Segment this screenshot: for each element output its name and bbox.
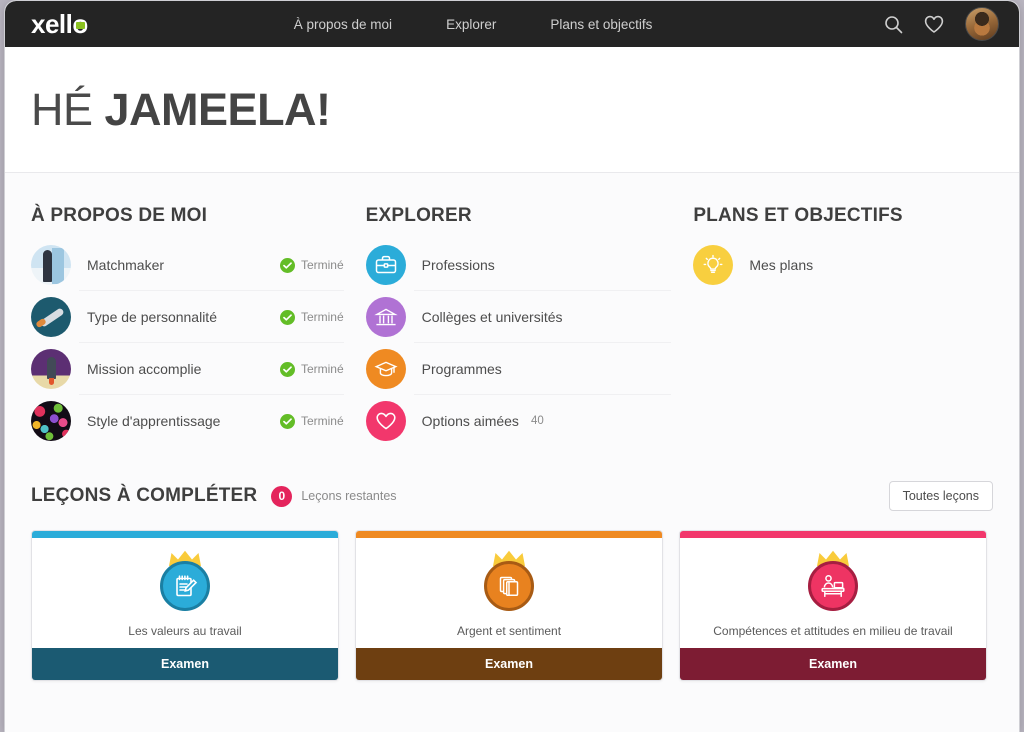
section-explore: EXPLORER Professions Collèges et univers… [365, 205, 694, 447]
card-accent-bar [32, 531, 338, 538]
main-content: À PROPOS DE MOI Matchmaker Terminé Type … [5, 173, 1019, 732]
notepad-pencil-icon [160, 561, 210, 611]
list-item-label: Mes plans [749, 257, 814, 273]
lesson-cards: Les valeurs au travail Examen Argent et … [31, 530, 993, 681]
list-item-label: Style d'apprentissage [87, 413, 221, 429]
list-item-learning-style[interactable]: Style d'apprentissage Terminé [31, 395, 366, 447]
heart-icon[interactable] [924, 15, 944, 34]
check-icon [279, 257, 295, 273]
books-icon [484, 561, 534, 611]
all-lessons-button[interactable]: Toutes leçons [888, 481, 993, 511]
list-item-label: Type de personnalité [87, 309, 217, 325]
lesson-card-workplace-skills[interactable]: Compétences et attitudes en milieu de tr… [679, 530, 987, 681]
nav-link-about-me[interactable]: À propos de moi [294, 17, 392, 32]
section-title-about-me: À PROPOS DE MOI [31, 205, 208, 226]
card-body: Argent et sentiment [356, 538, 662, 648]
graduation-cap-icon [365, 349, 406, 389]
briefcase-icon [365, 245, 406, 285]
card-body: Les valeurs au travail [32, 538, 338, 648]
status-label: Terminé [300, 414, 344, 428]
card-exam-button[interactable]: Examen [680, 648, 986, 680]
list-item-liked-options[interactable]: Options aimées 40 [365, 395, 694, 447]
list-item-programs[interactable]: Programmes [365, 343, 694, 395]
status-badge: Terminé [279, 361, 344, 377]
lessons-title: LEÇONS À COMPLÉTER [31, 485, 258, 506]
user-name: JAMEELA! [104, 83, 332, 135]
section-plans-goals: PLANS ET OBJECTIFS Mes plans [693, 205, 993, 447]
status-badge: Terminé [279, 309, 344, 325]
list-item-matchmaker[interactable]: Matchmaker Terminé [31, 239, 366, 291]
list-item-personality-type[interactable]: Type de personnalité Terminé [31, 291, 366, 343]
lessons-remaining-label: Leçons restantes [301, 489, 397, 503]
card-accent-bar [356, 531, 662, 538]
card-title: Argent et sentiment [456, 624, 562, 638]
card-medal [154, 550, 216, 618]
card-exam-button[interactable]: Examen [32, 648, 338, 680]
nav-link-explore[interactable]: Explorer [446, 17, 496, 32]
hero-greeting: HÉ JAMEELA! [5, 47, 1019, 173]
status-badge: Terminé [279, 413, 344, 429]
list-item-careers[interactable]: Professions [365, 239, 694, 291]
rocket-landed-icon [31, 349, 71, 389]
status-label: Terminé [300, 310, 344, 324]
check-icon [279, 361, 295, 377]
card-exam-button[interactable]: Examen [356, 648, 662, 680]
top-navigation-bar: xello À propos de moi Explorer Plans et … [5, 1, 1019, 47]
lightbulb-icon [693, 245, 734, 285]
section-title-plans-goals: PLANS ET OBJECTIFS [693, 205, 903, 226]
check-icon [279, 413, 295, 429]
nav-actions [884, 7, 999, 41]
xello-logo[interactable]: xello [31, 9, 88, 40]
list-item-mission-accomplished[interactable]: Mission accomplie Terminé [31, 343, 366, 395]
greeting-text: HÉ [31, 83, 93, 135]
dashboard-columns: À PROPOS DE MOI Matchmaker Terminé Type … [5, 173, 1019, 447]
page-title: HÉ JAMEELA! [31, 84, 331, 136]
list-item-label: Mission accomplie [87, 361, 202, 377]
nav-links: À propos de moi Explorer Plans et object… [294, 17, 653, 32]
status-badge: Terminé [279, 257, 344, 273]
list-item-label: Programmes [421, 361, 502, 377]
lessons-header: LEÇONS À COMPLÉTER 0 Leçons restantes [31, 485, 993, 507]
check-icon [279, 309, 295, 325]
status-label: Terminé [300, 362, 344, 376]
nav-link-plans-goals[interactable]: Plans et objectifs [550, 17, 652, 32]
search-icon[interactable] [884, 15, 903, 34]
list-item-label: Professions [421, 257, 495, 273]
logo-accent-dot [75, 21, 85, 29]
lessons-section: LEÇONS À COMPLÉTER 0 Leçons restantes To… [5, 447, 1019, 681]
lesson-card-money-feelings[interactable]: Argent et sentiment Examen [355, 530, 663, 681]
card-medal [478, 550, 540, 618]
rocket-flying-icon [31, 297, 71, 337]
rocket-launch-tower-icon [31, 245, 71, 285]
card-title: Compétences et attitudes en milieu de tr… [713, 624, 953, 638]
list-item-label: Matchmaker [87, 257, 165, 273]
list-item-label: Options aimées [421, 413, 519, 429]
list-item-colleges-universities[interactable]: Collèges et universités [365, 291, 694, 343]
avatar[interactable] [965, 7, 999, 41]
card-accent-bar [680, 531, 986, 538]
lessons-remaining-badge: 0 [271, 485, 293, 507]
browser-frame: xello À propos de moi Explorer Plans et … [4, 0, 1020, 732]
list-item-label: Collèges et universités [421, 309, 563, 325]
lesson-card-work-values[interactable]: Les valeurs au travail Examen [31, 530, 339, 681]
status-label: Terminé [300, 258, 344, 272]
section-about-me: À PROPOS DE MOI Matchmaker Terminé Type … [31, 205, 366, 447]
bank-columns-icon [365, 297, 406, 337]
card-medal [802, 550, 864, 618]
section-title-explore: EXPLORER [365, 205, 472, 226]
card-body: Compétences et attitudes en milieu de tr… [680, 538, 986, 648]
confetti-icon [31, 401, 71, 441]
person-at-desk-icon [808, 561, 858, 611]
card-title: Les valeurs au travail [128, 624, 242, 638]
list-item-count: 40 [530, 415, 544, 427]
heart-icon [365, 401, 406, 441]
list-item-my-plans[interactable]: Mes plans [693, 239, 993, 291]
